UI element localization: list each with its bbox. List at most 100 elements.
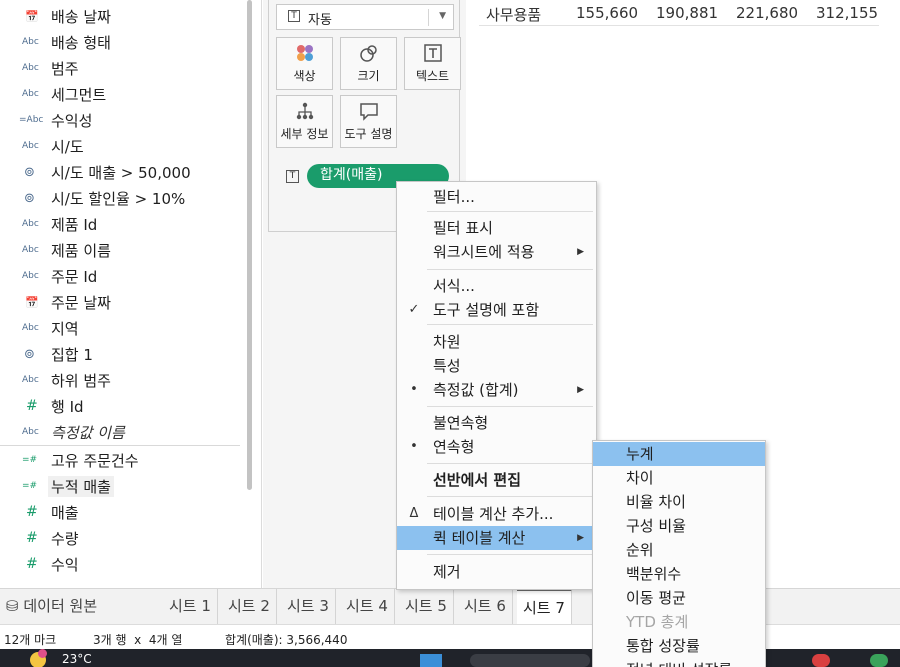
calendar-icon: 📅 — [25, 9, 39, 23]
field-item[interactable]: =Abc 수익성 — [0, 107, 240, 133]
menu-item-format[interactable]: 서식... — [397, 274, 596, 298]
tab-sheet-6[interactable]: 시트 6 — [458, 589, 513, 624]
chevron-down-icon[interactable]: ▼ — [439, 11, 446, 21]
menu-item-label: 필터... — [433, 188, 475, 206]
tab-sheet-5[interactable]: 시트 5 — [399, 589, 454, 624]
menu-item-include-in-tooltip[interactable]: ✓ 도구 설명에 포함 — [397, 298, 596, 322]
detail-button[interactable]: 세부 정보 — [276, 95, 333, 148]
menu-item-add-table-calc[interactable]: Δ 테이블 계산 추가... — [397, 502, 596, 526]
size-icon — [341, 43, 396, 68]
set-icon: ⊚ — [24, 346, 35, 362]
field-label: 제품 이름 — [51, 241, 111, 260]
color-label: 색상 — [293, 69, 316, 83]
field-label: 주문 날짜 — [51, 293, 111, 312]
submenu-item[interactable]: 백분위수 — [593, 562, 765, 586]
string-type-icon: Abc — [22, 219, 39, 229]
field-item[interactable]: =# 누적 매출 — [0, 473, 240, 499]
field-item[interactable]: ⊚ 시/도 할인율 > 10% — [0, 185, 240, 211]
dropdown-separator — [428, 9, 429, 26]
field-item[interactable]: Abc 주문 Id — [0, 263, 240, 289]
field-item[interactable]: Abc 시/도 — [0, 133, 240, 159]
submenu-arrow-icon: ▶ — [577, 247, 584, 257]
field-item[interactable]: 📅 주문 날짜 — [0, 289, 240, 315]
field-item[interactable]: # 수익 — [0, 551, 240, 577]
field-item[interactable]: # 수량 — [0, 525, 240, 551]
bullet-icon: • — [410, 382, 418, 397]
field-label: 행 Id — [51, 397, 84, 416]
tab-sheet-7[interactable]: 시트 7 — [517, 589, 572, 624]
menu-item-show-filter[interactable]: 필터 표시 — [397, 216, 596, 240]
field-label: 측정값 이름 — [51, 423, 125, 442]
taskbar-search-icon[interactable] — [470, 654, 590, 667]
submenu-item[interactable]: 이동 평균 — [593, 586, 765, 610]
submenu-item[interactable]: 전년 대비 성장률 — [593, 658, 765, 667]
detail-label: 세부 정보 — [280, 127, 329, 141]
string-type-icon: Abc — [22, 323, 39, 333]
field-item[interactable]: Abc 범주 — [0, 55, 240, 81]
menu-item-discrete[interactable]: 불연속형 — [397, 411, 596, 435]
field-label: 세그먼트 — [51, 85, 107, 104]
mark-type-dropdown[interactable]: T 자동 ▼ — [276, 4, 454, 30]
tab-sheet-3[interactable]: 시트 3 — [281, 589, 336, 624]
tab-sheet-4[interactable]: 시트 4 — [340, 589, 395, 624]
tab-sheet-2[interactable]: 시트 2 — [222, 589, 277, 624]
tooltip-button[interactable]: 도구 설명 — [340, 95, 397, 148]
mark-type-label: 자동 — [308, 13, 332, 28]
context-menu: 필터... 필터 표시 워크시트에 적용 ▶ 서식... ✓ 도구 설명에 포함차원 특성 • 측… — [396, 181, 597, 590]
menu-item-filter[interactable]: 필터... — [397, 185, 596, 209]
app-icon[interactable] — [870, 654, 888, 667]
field-item[interactable]: Abc 측정값 이름 — [0, 419, 240, 445]
field-item[interactable]: # 매출 — [0, 499, 240, 525]
dimensions-measures-divider — [0, 445, 240, 446]
submenu-arrow-icon: ▶ — [577, 385, 584, 395]
field-item[interactable]: Abc 제품 이름 — [0, 237, 240, 263]
start-icon[interactable] — [420, 654, 442, 667]
menu-item-apply-to-worksheets[interactable]: 워크시트에 적용 ▶ — [397, 240, 596, 264]
menu-item-label: 불연속형 — [433, 414, 489, 432]
calendar-icon: 📅 — [25, 295, 39, 309]
field-label: 누적 매출 — [48, 475, 114, 497]
field-item[interactable]: # 행 Id — [0, 393, 240, 419]
field-item[interactable]: 📅 배송 날짜 — [0, 3, 240, 29]
submenu-item[interactable]: 구성 비율 — [593, 514, 765, 538]
menu-separator — [427, 269, 593, 270]
tab-sheet-1[interactable]: 시트 1 — [163, 589, 218, 624]
field-label: 시/도 매출 > 50,000 — [51, 163, 191, 182]
submenu-item[interactable]: 순위 — [593, 538, 765, 562]
submenu-item: YTD 총계 — [626, 613, 689, 631]
data-source-tab[interactable]: ⛁ 데이터 원본 — [6, 589, 97, 624]
size-button[interactable]: 크기 — [340, 37, 397, 90]
field-item[interactable]: Abc 제품 Id — [0, 211, 240, 237]
data-pane-scrollbar[interactable] — [247, 0, 252, 490]
menu-item-quick-table-calc[interactable]: 퀵 테이블 계산 ▶ — [397, 526, 596, 550]
menu-item-measure-sum[interactable]: • 측정값 (합계) ▶ — [397, 378, 596, 402]
field-item[interactable]: Abc 하위 범주 — [0, 367, 240, 393]
field-label: 고유 주문건수 — [51, 451, 139, 470]
menu-item-edit-in-shelf[interactable]: 선반에서 편집 — [397, 468, 596, 492]
weather-temperature: 23°C — [62, 652, 92, 666]
color-button[interactable]: 색상 — [276, 37, 333, 90]
submenu-item[interactable]: 비율 차이 — [593, 490, 765, 514]
field-item[interactable]: Abc 배송 형태 — [0, 29, 240, 55]
app-icon[interactable] — [812, 654, 830, 667]
text-button[interactable]: 텍스트 — [404, 37, 461, 90]
quick-table-calc-submenu: 누계차이비율 차이구성 비율순위백분위수이동 평균 YTD 총계통합 성장률전년 … — [592, 440, 766, 667]
row-header: 사무용품 — [486, 6, 542, 24]
field-item[interactable]: Abc 지역 — [0, 315, 240, 341]
calculated-string-icon: =Abc — [19, 115, 44, 125]
field-item[interactable]: ⊚ 시/도 매출 > 50,000 — [0, 159, 240, 185]
field-item[interactable]: Abc 세그먼트 — [0, 81, 240, 107]
field-label: 제품 Id — [51, 215, 98, 234]
menu-item-dimension[interactable]: 차원 — [397, 330, 596, 354]
menu-item-label: 도구 설명에 포함 — [433, 301, 540, 319]
field-item[interactable]: ⊚ 집합 1 — [0, 341, 240, 367]
table-cell: 155,660 — [576, 4, 639, 22]
submenu-item[interactable]: 차이 — [593, 466, 765, 490]
menu-item-attribute[interactable]: 특성 — [397, 354, 596, 378]
menu-item-remove[interactable]: 제거 — [397, 560, 596, 584]
submenu-item[interactable]: 통합 성장률 — [593, 634, 765, 658]
submenu-item[interactable]: 누계 — [593, 442, 765, 466]
string-type-icon: Abc — [22, 141, 39, 151]
field-item[interactable]: =# 고유 주문건수 — [0, 447, 240, 473]
menu-item-continuous[interactable]: • 연속형 — [397, 435, 596, 459]
